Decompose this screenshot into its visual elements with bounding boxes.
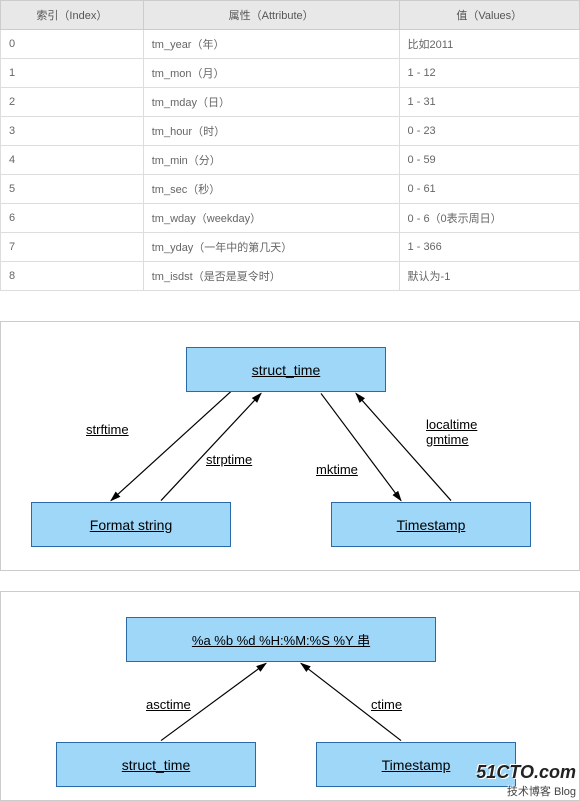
node-timestamp-2: Timestamp (316, 742, 516, 787)
edge-label-localtime-gmtime: localtime gmtime (426, 417, 477, 447)
table-cell: 1 (1, 59, 144, 88)
table-cell: 1 - 12 (399, 59, 579, 88)
table-cell: tm_hour（时） (143, 117, 399, 146)
table-row: 0tm_year（年）比如2011 (1, 30, 580, 59)
table-cell: tm_yday（一年中的第几天） (143, 233, 399, 262)
table-cell: 0 - 61 (399, 175, 579, 204)
edge-label-strptime: strptime (206, 452, 252, 467)
table-cell: 0 - 23 (399, 117, 579, 146)
table-row: 4tm_min（分）0 - 59 (1, 146, 580, 175)
table-cell: 比如2011 (399, 30, 579, 59)
table-cell: 1 - 366 (399, 233, 579, 262)
node-struct-time: struct_time (186, 347, 386, 392)
asctime-ctime-diagram: %a %b %d %H:%M:%S %Y 串 struct_time Times… (0, 591, 580, 801)
table-cell: 3 (1, 117, 144, 146)
edge-label-strftime: strftime (86, 422, 129, 437)
edge-label-mktime: mktime (316, 462, 358, 477)
node-struct-time-2: struct_time (56, 742, 256, 787)
table-row: 7tm_yday（一年中的第几天）1 - 366 (1, 233, 580, 262)
table-row: 5tm_sec（秒）0 - 61 (1, 175, 580, 204)
table-row: 3tm_hour（时）0 - 23 (1, 117, 580, 146)
table-cell: tm_min（分） (143, 146, 399, 175)
table-cell: 2 (1, 88, 144, 117)
node-format-string: Format string (31, 502, 231, 547)
edge-label-asctime: asctime (146, 697, 191, 712)
table-cell: tm_isdst（是否是夏令时） (143, 262, 399, 291)
table-row: 8tm_isdst（是否是夏令时）默认为-1 (1, 262, 580, 291)
struct-time-table: 索引（Index） 属性（Attribute） 值（Values） 0tm_ye… (0, 0, 580, 291)
table-cell: 8 (1, 262, 144, 291)
table-row: 6tm_wday（weekday）0 - 6（0表示周日） (1, 204, 580, 233)
table-cell: tm_mday（日） (143, 88, 399, 117)
edge-label-ctime: ctime (371, 697, 402, 712)
table-cell: 4 (1, 146, 144, 175)
time-conversion-diagram: struct_time Format string Timestamp strf… (0, 321, 580, 571)
table-cell: tm_sec（秒） (143, 175, 399, 204)
col-index: 索引（Index） (1, 1, 144, 30)
node-format-line: %a %b %d %H:%M:%S %Y 串 (126, 617, 436, 662)
table-cell: 5 (1, 175, 144, 204)
col-values: 值（Values） (399, 1, 579, 30)
table-row: 1tm_mon（月）1 - 12 (1, 59, 580, 88)
table-cell: 7 (1, 233, 144, 262)
table-cell: 默认为-1 (399, 262, 579, 291)
col-attribute: 属性（Attribute） (143, 1, 399, 30)
table-row: 2tm_mday（日）1 - 31 (1, 88, 580, 117)
table-cell: tm_year（年） (143, 30, 399, 59)
table-cell: 6 (1, 204, 144, 233)
table-cell: 0 - 6（0表示周日） (399, 204, 579, 233)
table-cell: tm_mon（月） (143, 59, 399, 88)
table-cell: tm_wday（weekday） (143, 204, 399, 233)
table-cell: 0 - 59 (399, 146, 579, 175)
node-timestamp: Timestamp (331, 502, 531, 547)
table-cell: 1 - 31 (399, 88, 579, 117)
table-cell: 0 (1, 30, 144, 59)
